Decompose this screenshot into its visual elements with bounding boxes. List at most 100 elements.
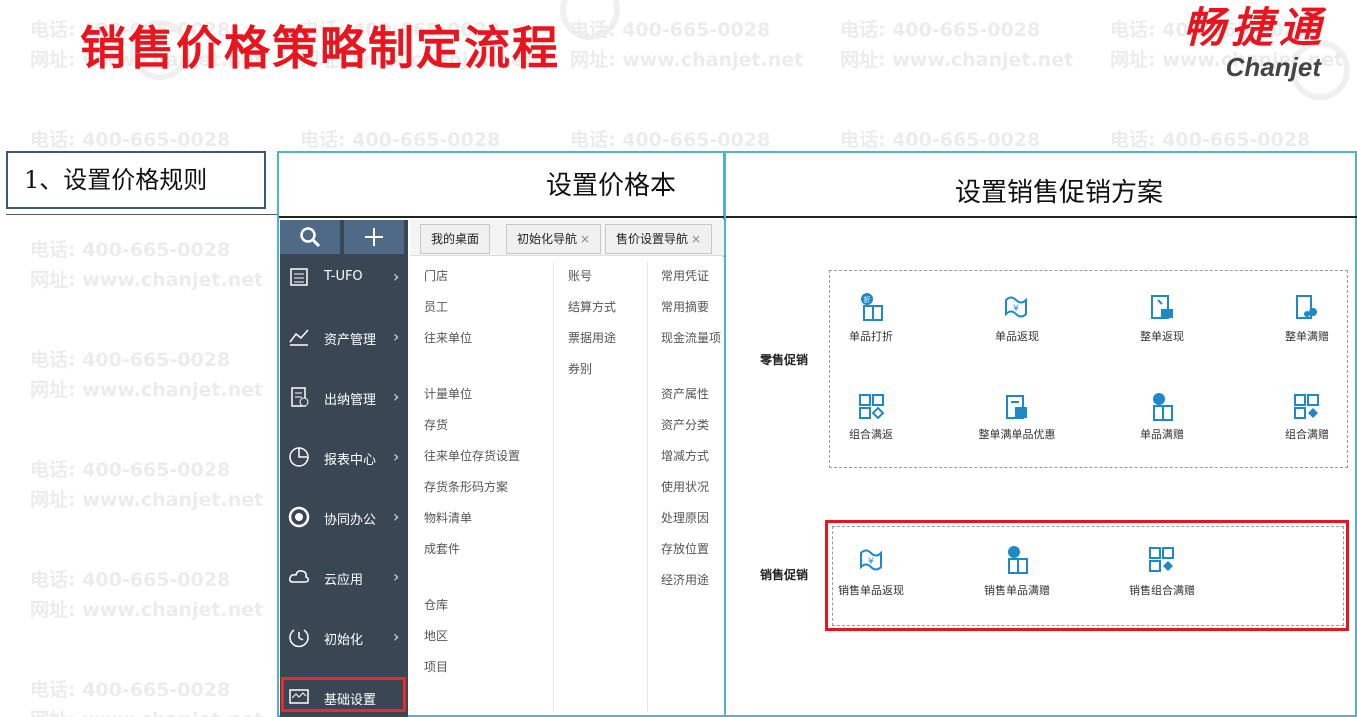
close-icon[interactable]: × bbox=[580, 232, 590, 246]
panel-divider bbox=[279, 216, 724, 218]
tab-init-nav[interactable]: 初始化导航 × bbox=[506, 224, 602, 254]
sidebar-item-report[interactable]: 报表中心 › bbox=[280, 426, 408, 486]
promo-item-label: 组合满赠 bbox=[1285, 428, 1329, 441]
sidebar-item-cashier[interactable]: 出纳管理 › bbox=[280, 366, 408, 426]
menu-item-region[interactable]: 地区 bbox=[424, 627, 448, 644]
combo-gift-icon[interactable] bbox=[1293, 392, 1321, 422]
menu-item-inventory[interactable]: 存货 bbox=[424, 416, 448, 433]
chevron-right-icon: › bbox=[393, 627, 400, 646]
column-divider bbox=[647, 262, 648, 712]
sidebar-item-collab[interactable]: 协同办公 › bbox=[280, 486, 408, 546]
report-icon bbox=[289, 447, 309, 467]
menu-item-location[interactable]: 存放位置 bbox=[661, 540, 709, 557]
sidebar-item-tufo[interactable]: T-UFO › bbox=[280, 246, 408, 306]
menu-item-project[interactable]: 项目 bbox=[424, 658, 448, 675]
menu-item-bill-usage[interactable]: 票据用途 bbox=[568, 329, 616, 346]
watermark-phone: 电话: 400-665-0028 bbox=[30, 349, 231, 371]
tufo-icon bbox=[290, 268, 308, 286]
menu-item-summary[interactable]: 常用摘要 bbox=[661, 298, 709, 315]
watermark-phone: 电话: 400-665-0028 bbox=[30, 569, 231, 591]
menu-item-account[interactable]: 账号 bbox=[568, 267, 592, 284]
cashback-icon[interactable]: ¥ bbox=[1003, 292, 1031, 322]
sidebar-item-label: 出纳管理 bbox=[324, 393, 377, 408]
svg-text:¥: ¥ bbox=[1013, 304, 1019, 314]
menu-item-partner-inventory[interactable]: 往来单位存货设置 bbox=[424, 447, 520, 464]
sales-gift-icon[interactable] bbox=[1003, 545, 1031, 575]
menu-item-settlement[interactable]: 结算方式 bbox=[568, 298, 616, 315]
divider bbox=[6, 214, 278, 215]
watermark-text: 电话: 400-665-0028 网址: www.chanjet.net bbox=[840, 15, 1073, 75]
watermark-phone: 电话: 400-665-0028 bbox=[840, 19, 1041, 41]
menu-item-bom[interactable]: 物料清单 bbox=[424, 509, 472, 526]
order-item-discount-icon[interactable] bbox=[1003, 392, 1031, 422]
menu-item-partner[interactable]: 往来单位 bbox=[424, 329, 472, 346]
watermark-text: 电话: 400-665-0028 网址: www.chanjet.net bbox=[30, 675, 263, 717]
menu-item-asset-class[interactable]: 资产分类 bbox=[661, 416, 709, 433]
watermark-circle-icon bbox=[560, 0, 620, 40]
chevron-right-icon: › bbox=[393, 567, 400, 586]
sales-promo-label: 销售促销 bbox=[760, 568, 809, 582]
panel-divider bbox=[726, 216, 1357, 218]
app-sidebar: T-UFO › 资产管理 › 出纳管理 › 报表中心 › 协同办公 › 云应用 … bbox=[280, 220, 408, 717]
order-cashback-icon[interactable] bbox=[1148, 292, 1176, 322]
watermark-site: 网址: www.chanjet.net bbox=[30, 269, 264, 291]
search-icon bbox=[300, 227, 321, 248]
sales-combo-gift-icon[interactable] bbox=[1148, 545, 1176, 575]
tab-desktop[interactable]: 我的桌面 bbox=[420, 224, 491, 254]
step-label: 1、设置价格规则 bbox=[6, 151, 266, 209]
highlight-box bbox=[281, 677, 406, 712]
menu-item-cashflow[interactable]: 现金流量项 bbox=[661, 329, 721, 346]
promo-item-label: 单品返现 bbox=[995, 330, 1039, 343]
watermark-site: 网址: www.chanjet.net bbox=[30, 489, 264, 511]
menu-item-asset-attr[interactable]: 资产属性 bbox=[661, 385, 709, 402]
watermark-text: 电话: 400-665-0028 网址: www.chanjet.net bbox=[30, 235, 263, 295]
sidebar-item-cloud[interactable]: 云应用 › bbox=[280, 546, 408, 606]
menu-item-unit[interactable]: 计量单位 bbox=[424, 385, 472, 402]
menu-item-economic-use[interactable]: 经济用途 bbox=[661, 571, 709, 588]
menu-item-kit[interactable]: 成套件 bbox=[424, 540, 460, 557]
tab-price-nav[interactable]: 售价设置导航 × bbox=[605, 224, 713, 254]
menu-item-barcode[interactable]: 存货条形码方案 bbox=[424, 478, 508, 495]
chevron-right-icon: › bbox=[393, 507, 400, 526]
logo-english: Chanjet bbox=[1225, 52, 1321, 82]
menu-item-reason[interactable]: 处理原因 bbox=[661, 509, 709, 526]
menu-item-usage-status[interactable]: 使用状况 bbox=[661, 478, 709, 495]
sidebar-item-label: 云应用 bbox=[324, 573, 364, 588]
close-icon[interactable]: × bbox=[691, 232, 701, 246]
watermark-text: 电话: 400-665-0028 网址: www.chanjet.net bbox=[30, 345, 263, 405]
sidebar-item-label: 报表中心 bbox=[324, 453, 377, 468]
combo-cashback-icon[interactable] bbox=[858, 392, 886, 422]
watermark-text: 电话: 400-665-0028 网址: www.chanjet.net bbox=[30, 565, 263, 625]
chevron-right-icon: › bbox=[393, 387, 400, 406]
tab-label: 我的桌面 bbox=[431, 232, 480, 246]
menu-item-store[interactable]: 门店 bbox=[424, 267, 448, 284]
menu-item-denomination[interactable]: 券别 bbox=[568, 360, 592, 377]
watermark-phone: 电话: 400-665-0028 bbox=[30, 459, 231, 481]
asset-icon bbox=[289, 329, 309, 346]
promo-item-label: 整单满单品优惠 bbox=[978, 428, 1056, 441]
cloud-icon bbox=[289, 570, 309, 583]
promo-item-label: 单品满赠 bbox=[1140, 428, 1184, 441]
menu-item-change-method[interactable]: 增减方式 bbox=[661, 447, 709, 464]
watermark-site: 网址: www.chanjet.net bbox=[30, 705, 263, 717]
watermark-text: 电话: 400-665-0028 网址: www.chanjet.net bbox=[30, 455, 263, 515]
sidebar-item-label: T-UFO bbox=[324, 269, 363, 284]
item-gift-icon[interactable] bbox=[1148, 392, 1176, 422]
tab-label: 售价设置导航 bbox=[616, 232, 689, 246]
watermark-site: 网址: www.chanjet.net bbox=[840, 49, 1074, 71]
menu-item-employee[interactable]: 员工 bbox=[424, 298, 448, 315]
svg-text:¥: ¥ bbox=[868, 557, 874, 567]
discount-icon[interactable]: 折 bbox=[858, 292, 886, 322]
sidebar-item-init[interactable]: 初始化 › bbox=[280, 606, 408, 666]
sidebar-item-label: 协同办公 bbox=[324, 513, 377, 528]
menu-item-warehouse[interactable]: 仓库 bbox=[424, 596, 448, 613]
order-gift-icon[interactable] bbox=[1293, 292, 1321, 322]
price-book-title: 设置价格本 bbox=[546, 171, 677, 201]
promo-item-label: 销售组合满赠 bbox=[1129, 584, 1195, 597]
logo-chinese: 畅捷通 bbox=[1182, 3, 1327, 52]
menu-item-voucher[interactable]: 常用凭证 bbox=[661, 267, 709, 284]
watermark-phone: 电话: 400-665-0028 bbox=[570, 19, 771, 41]
sales-cashback-icon[interactable]: ¥ bbox=[858, 545, 886, 575]
chevron-right-icon: › bbox=[393, 447, 400, 466]
sidebar-item-asset[interactable]: 资产管理 › bbox=[280, 306, 408, 366]
